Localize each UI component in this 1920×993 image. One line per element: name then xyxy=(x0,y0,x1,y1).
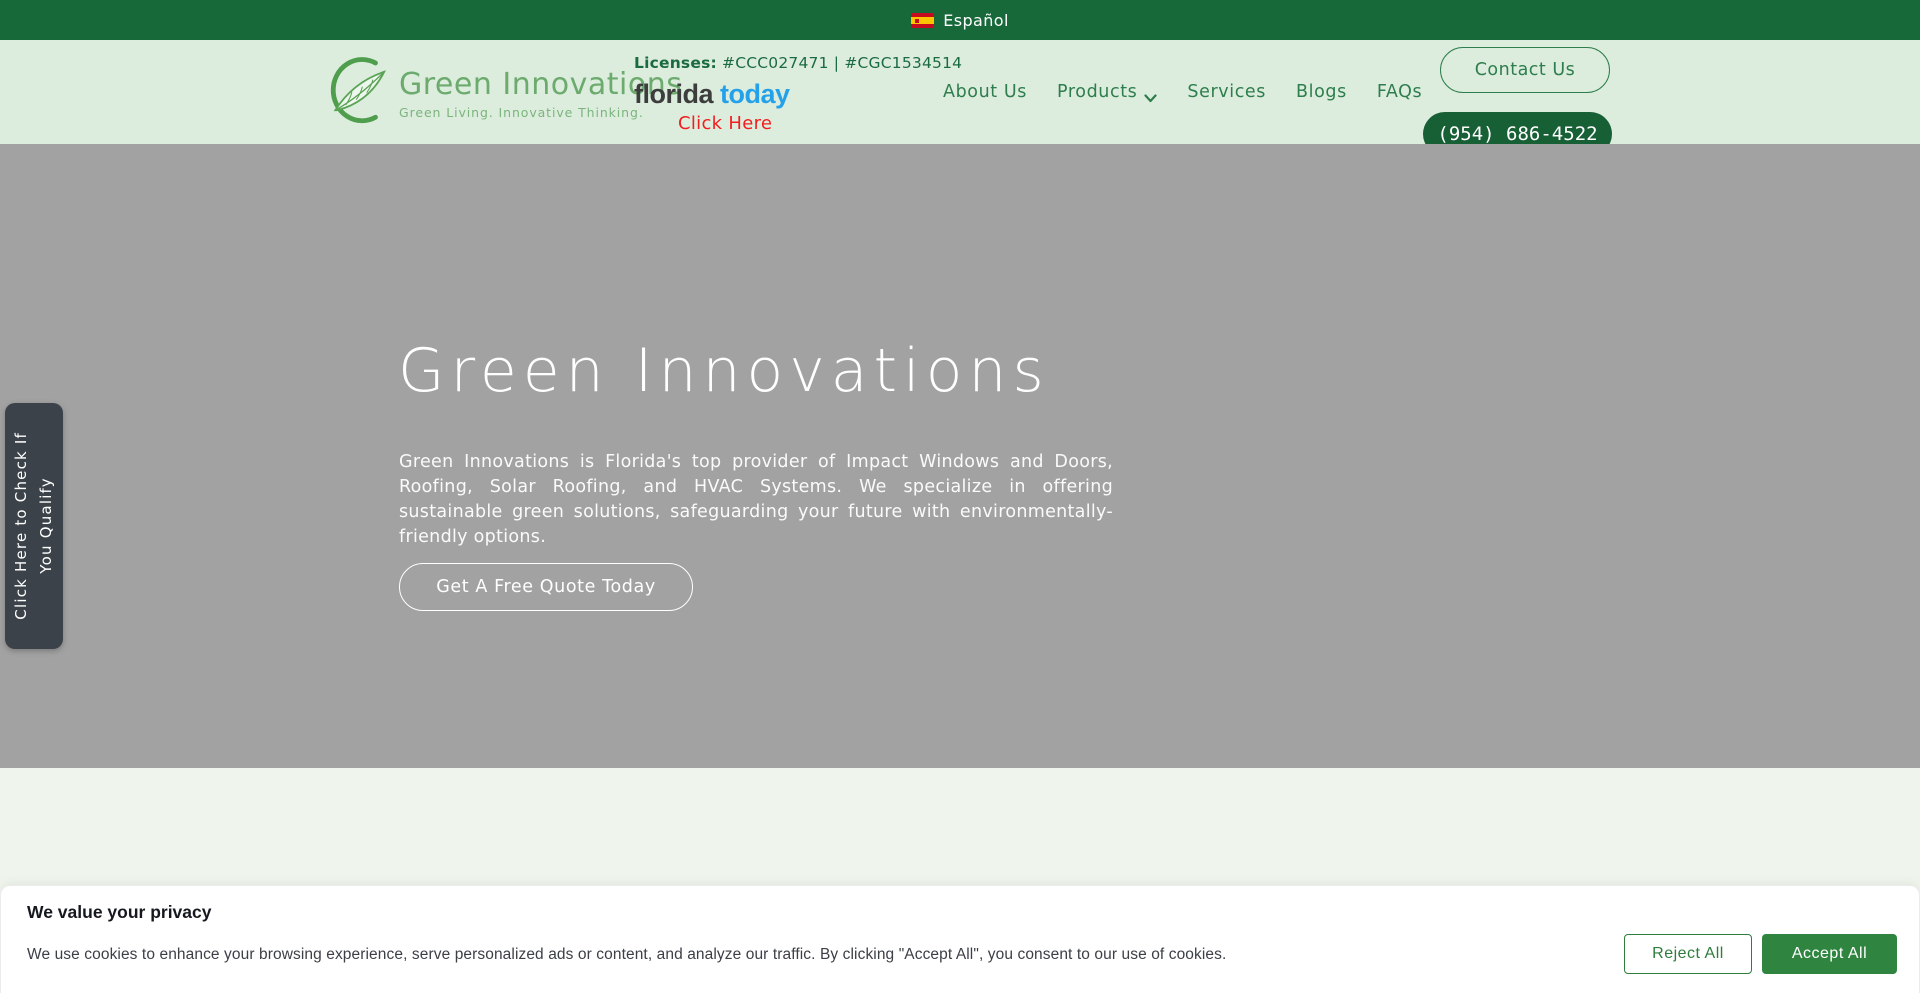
accept-all-button[interactable]: Accept All xyxy=(1762,934,1897,974)
cookie-banner-title: We value your privacy xyxy=(27,902,212,923)
nav-label-blogs: Blogs xyxy=(1296,82,1347,102)
hero-section: Green Innovations Green Innovations is F… xyxy=(0,144,1920,768)
contact-us-button[interactable]: Contact Us xyxy=(1440,47,1610,93)
cookie-consent-banner: We value your privacy We use cookies to … xyxy=(0,885,1920,993)
spain-flag-icon xyxy=(911,13,934,28)
nav-item-blogs[interactable]: Blogs xyxy=(1296,82,1347,102)
language-switch-espanol[interactable]: Español xyxy=(943,11,1009,30)
language-bar: Español xyxy=(0,0,1920,40)
nav-item-about-us[interactable]: About Us xyxy=(943,82,1027,102)
qualify-side-tab[interactable]: Click Here to Check If You Qualify xyxy=(5,403,63,649)
licenses-value: #CCC027471 | #CGC1534514 xyxy=(722,54,962,72)
qualify-tab-line2: You Qualify xyxy=(34,432,59,620)
qualify-side-tab-text: Click Here to Check If You Qualify xyxy=(9,432,59,620)
cookie-banner-message: We use cookies to enhance your browsing … xyxy=(27,946,1226,964)
florida-today-click-here-link[interactable]: Click Here xyxy=(678,113,962,134)
free-quote-button[interactable]: Get A Free Quote Today xyxy=(399,563,693,611)
nav-label-faqs: FAQs xyxy=(1377,82,1422,102)
nav-label-products: Products xyxy=(1057,82,1137,102)
florida-today-logo[interactable]: florida today xyxy=(634,79,962,110)
site-header: Green Innovations Green Living. Innovati… xyxy=(0,40,1920,144)
nav-label-about-us: About Us xyxy=(943,82,1027,102)
florida-today-part1: florida xyxy=(634,79,713,109)
nav-item-faqs[interactable]: FAQs xyxy=(1377,82,1422,102)
header-center-block: Licenses: #CCC027471 | #CGC1534514 flori… xyxy=(634,54,962,134)
florida-today-part2: today xyxy=(720,79,790,109)
chevron-down-icon xyxy=(1144,88,1157,97)
leaf-logo-icon xyxy=(323,52,393,134)
qualify-tab-line1: Click Here to Check If xyxy=(9,432,34,620)
nav-item-products[interactable]: Products xyxy=(1057,82,1157,102)
licenses-label: Licenses: xyxy=(634,54,717,72)
nav-item-services[interactable]: Services xyxy=(1187,82,1266,102)
hero-title: Green Innovations xyxy=(398,336,1050,406)
licenses-line: Licenses: #CCC027471 | #CGC1534514 xyxy=(634,54,962,72)
page: Español Green Innovations Green Living. … xyxy=(0,0,1920,993)
main-nav: About Us Products Services Blogs FAQs xyxy=(943,40,1422,144)
hero-description: Green Innovations is Florida's top provi… xyxy=(399,450,1113,550)
reject-all-button[interactable]: Reject All xyxy=(1624,934,1752,974)
site-logo[interactable]: Green Innovations Green Living. Innovati… xyxy=(323,52,682,134)
nav-label-services: Services xyxy=(1187,82,1266,102)
